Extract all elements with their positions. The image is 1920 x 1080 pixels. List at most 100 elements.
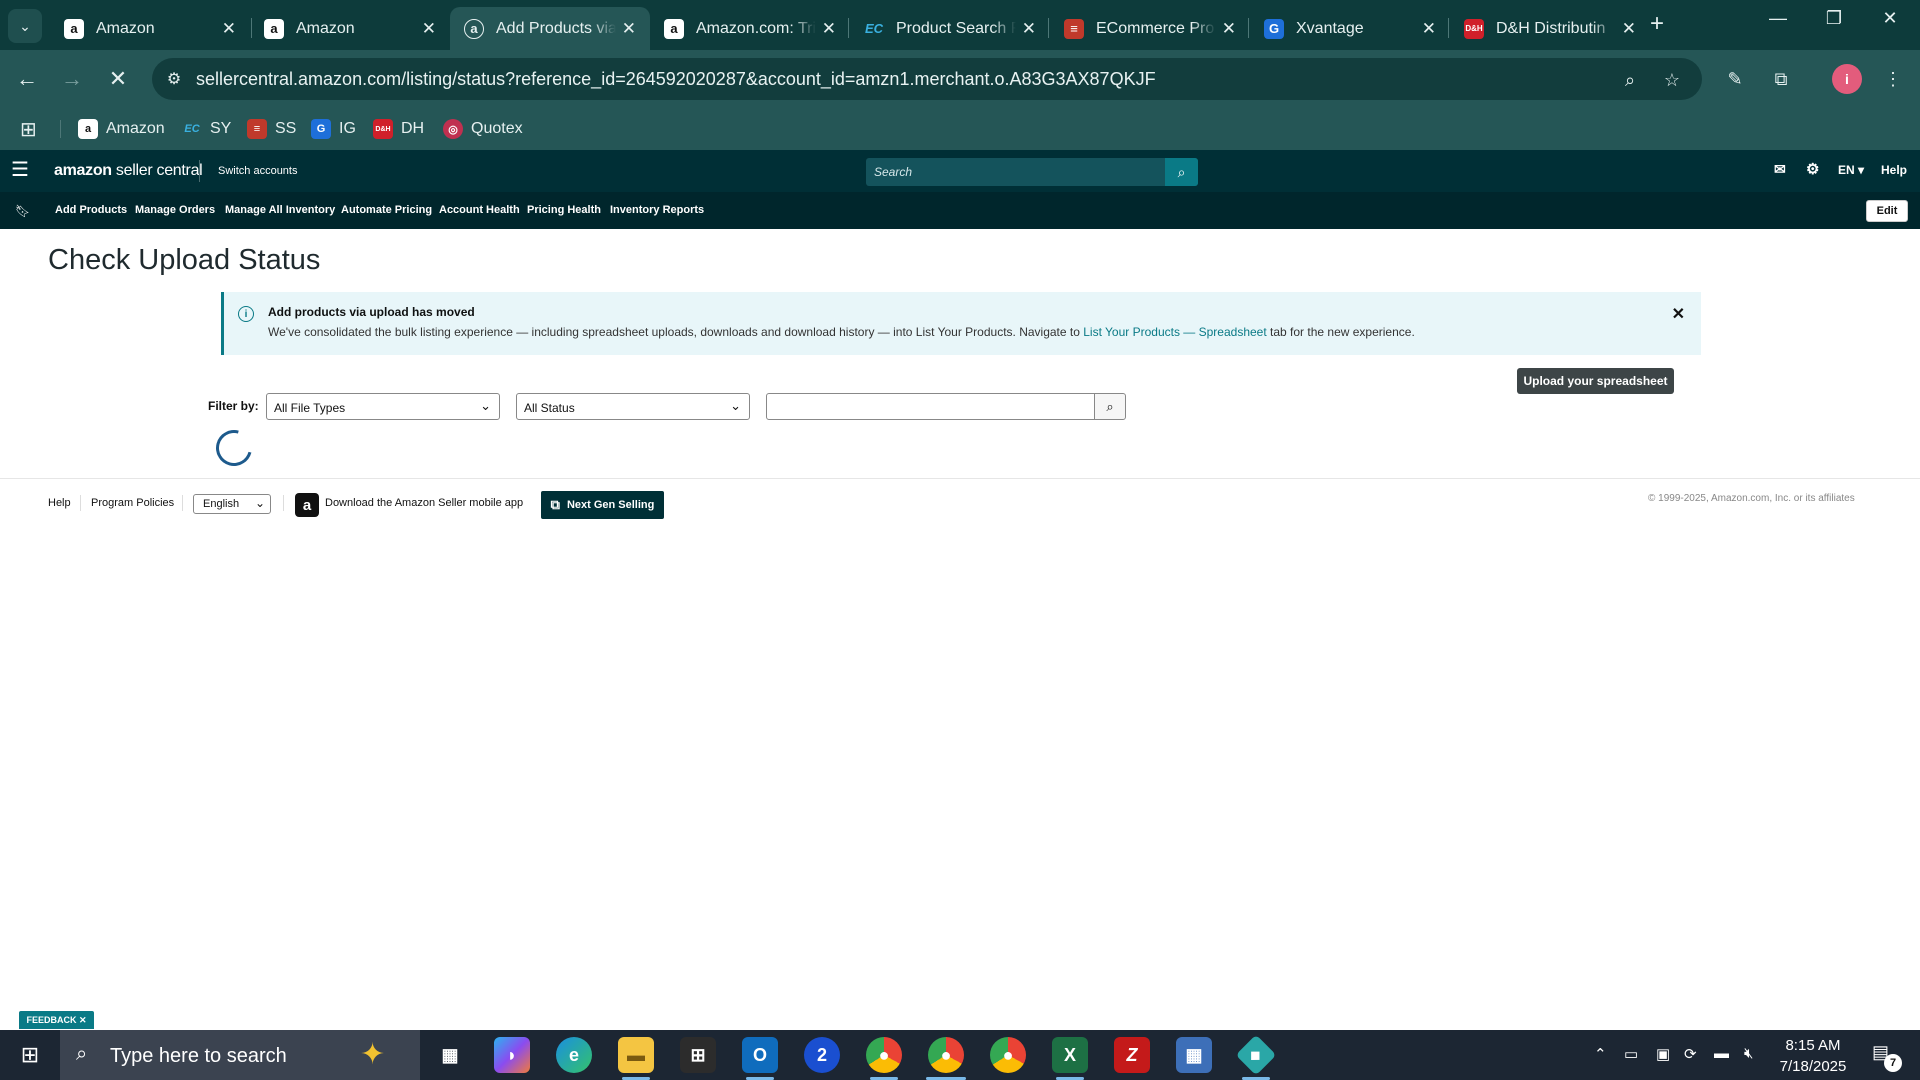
search-icon[interactable]: ⌕ [1165, 158, 1198, 186]
list-your-products-link[interactable]: List Your Products — Spreadsheet [1083, 325, 1266, 339]
hamburger-menu-icon[interactable]: ☰ [11, 160, 29, 180]
edit-nav-button[interactable]: Edit [1866, 200, 1908, 222]
language-menu[interactable]: EN ▾ [1838, 163, 1864, 177]
bookmark-ss[interactable]: ≡ SS [247, 116, 296, 142]
seller-search-field[interactable]: Search ⌕ [866, 158, 1198, 186]
tab-product-search[interactable]: EC Product Search R ✕ [850, 7, 1050, 50]
nav-pricing-health[interactable]: Pricing Health [527, 204, 601, 216]
address-bar[interactable]: ⚙ sellercentral.amazon.com/listing/statu… [152, 58, 1702, 100]
window-close-icon[interactable]: ✕ [1870, 8, 1910, 29]
profile-avatar[interactable]: i [1832, 64, 1862, 94]
stop-loading-icon[interactable]: ✕ [103, 64, 133, 94]
extensions-puzzle-icon[interactable]: ⧉ [1766, 64, 1796, 94]
filezilla-icon[interactable]: Z [1114, 1037, 1150, 1073]
nav-inventory-reports[interactable]: Inventory Reports [610, 204, 704, 216]
program-policies-link[interactable]: Program Policies [91, 497, 174, 509]
feedback-tab[interactable]: FEEDBACK ✕ [19, 1011, 94, 1029]
bookmark-ig[interactable]: G IG [311, 116, 356, 142]
edge-icon[interactable]: e [556, 1037, 592, 1073]
close-icon[interactable]: ✕ [422, 19, 436, 39]
bookmark-dh[interactable]: D&H DH [373, 116, 424, 142]
amazon-icon: a [264, 18, 284, 39]
microsoft-store-icon[interactable]: ⊞ [680, 1037, 716, 1073]
nav-manage-all-inventory[interactable]: Manage All Inventory [225, 204, 335, 216]
switch-accounts-link[interactable]: Switch accounts [218, 165, 297, 177]
bookmark-star-icon[interactable]: ☆ [1659, 67, 1685, 93]
close-icon[interactable]: ✕ [1422, 19, 1436, 39]
outlook-icon[interactable]: O [742, 1037, 778, 1073]
search-icon[interactable]: ⌕ [1094, 393, 1126, 420]
taskbar-search[interactable]: ⌕ Type here to search ✦ [60, 1030, 420, 1080]
speaker-muted-icon[interactable]: 🔇︎ [1744, 1045, 1753, 1062]
close-icon[interactable]: ✕ [1222, 19, 1236, 39]
system-clock[interactable]: 8:15 AM 7/18/2025 [1768, 1035, 1858, 1077]
sync-icon[interactable]: ⟳ [1684, 1045, 1697, 1063]
footer-language-select[interactable]: English ⌄ [193, 494, 271, 514]
back-arrow-icon[interactable]: ← [12, 64, 42, 94]
tab-search-button[interactable]: ⌄ [8, 9, 42, 43]
ec-icon: EC [864, 21, 884, 36]
windows-start-icon[interactable]: ⊞ [10, 1040, 50, 1070]
camera-icon[interactable]: ▣ [1656, 1045, 1670, 1063]
excel-icon[interactable]: X [1052, 1037, 1088, 1073]
display-icon[interactable]: ▭ [1624, 1045, 1638, 1063]
seller-central-logo[interactable]: amazon seller central [54, 162, 203, 180]
minimize-icon[interactable]: — [1758, 8, 1798, 29]
zoho-icon[interactable]: 2 [804, 1037, 840, 1073]
tab-amazon-1[interactable]: a Amazon ✕ [50, 7, 250, 50]
bookmark-label: SY [210, 120, 232, 137]
app-diamond-icon[interactable]: ◆ [1235, 1034, 1277, 1076]
nav-add-products[interactable]: Add Products [55, 204, 127, 216]
tab-add-products[interactable]: a Add Products via Upload ✕ [450, 7, 650, 50]
close-alert-icon[interactable]: ✕ [1672, 304, 1685, 324]
nav-automate-pricing[interactable]: Automate Pricing [341, 204, 432, 216]
close-icon[interactable]: ✕ [1022, 19, 1036, 39]
mail-icon[interactable]: ✉ [1774, 161, 1786, 178]
nav-account-health[interactable]: Account Health [439, 204, 520, 216]
tab-amazon-com[interactable]: a Amazon.com: Tri ✕ [650, 7, 850, 50]
close-icon[interactable]: ✕ [822, 19, 836, 39]
next-gen-label: Next Gen Selling [566, 499, 655, 511]
new-tab-icon[interactable]: + [1650, 12, 1664, 36]
chevron-up-icon[interactable]: ⌃ [1594, 1045, 1607, 1063]
help-link[interactable]: Help [1881, 163, 1907, 177]
next-gen-selling-button[interactable]: ⧉ Next Gen Selling [541, 491, 664, 519]
gear-icon[interactable]: ⚙ [1806, 160, 1819, 178]
file-explorer-icon[interactable]: ▬ [618, 1037, 654, 1073]
chrome-active-icon[interactable]: ● [928, 1037, 964, 1073]
site-info-icon[interactable]: ⚙ [162, 67, 186, 91]
bookmark-ribbon-icon[interactable]: 🔖︎ [15, 204, 30, 218]
url-text[interactable]: sellercentral.amazon.com/listing/status?… [196, 69, 1156, 90]
tab-xvantage[interactable]: G Xvantage ✕ [1250, 7, 1450, 50]
file-type-select[interactable]: All File Types ⌄ [266, 393, 500, 420]
task-view-icon[interactable]: ▦ [432, 1037, 468, 1073]
nav-manage-orders[interactable]: Manage Orders [135, 204, 215, 216]
tab-amazon-2[interactable]: a Amazon ✕ [250, 7, 450, 50]
chrome-icon[interactable]: ● [990, 1037, 1026, 1073]
footer-help-link[interactable]: Help [48, 497, 71, 509]
amazon-app-icon[interactable]: a [295, 493, 319, 517]
calculator-icon[interactable]: ▦ [1176, 1037, 1212, 1073]
bookmark-sy[interactable]: EC SY [182, 116, 231, 142]
forward-arrow-icon[interactable]: → [57, 64, 87, 94]
tab-dh-distributing[interactable]: D&H D&H Distributin ✕ [1450, 7, 1650, 50]
close-icon[interactable]: ✕ [79, 1015, 87, 1026]
extension-pen-icon[interactable]: ✎ [1720, 64, 1750, 94]
download-app-link[interactable]: Download the Amazon Seller mobile app [325, 497, 523, 509]
battery-icon[interactable]: ▬ [1714, 1045, 1729, 1062]
bookmark-quotex[interactable]: ◎ Quotex [443, 116, 523, 142]
upload-spreadsheet-button[interactable]: Upload your spreadsheet [1517, 368, 1674, 394]
close-icon[interactable]: ✕ [1622, 19, 1636, 39]
chrome-profile-icon[interactable]: ● [866, 1037, 902, 1073]
more-menu-icon[interactable]: ⋮ [1878, 64, 1908, 94]
close-icon[interactable]: ✕ [622, 19, 636, 39]
copilot-icon[interactable]: ◗ [494, 1037, 530, 1073]
tab-ecommerce[interactable]: ≡ ECommerce Pro ✕ [1050, 7, 1250, 50]
close-icon[interactable]: ✕ [222, 19, 236, 39]
bookmark-amazon[interactable]: a Amazon [78, 116, 165, 142]
upload-search-input[interactable] [766, 393, 1096, 420]
status-select[interactable]: All Status ⌄ [516, 393, 750, 420]
zoom-icon[interactable]: ⌕ [1617, 67, 1643, 93]
apps-grid-icon[interactable]: ⊞ [20, 116, 37, 142]
restore-icon[interactable]: ❐ [1814, 8, 1854, 29]
